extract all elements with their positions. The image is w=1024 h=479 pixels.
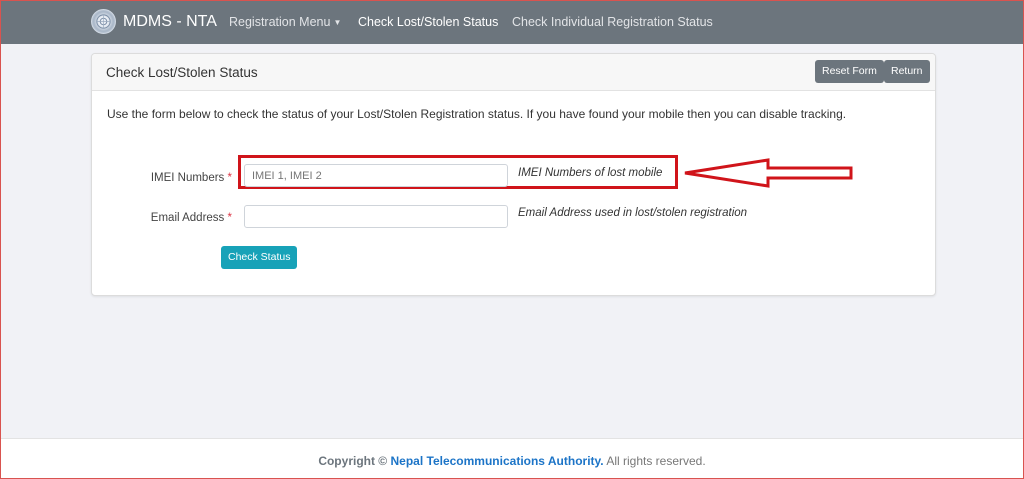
brand[interactable]: MDMS - NTA [91, 9, 217, 34]
footer-copyright: Copyright © [318, 454, 388, 468]
nav-registration-menu[interactable]: Registration Menu ▼ [229, 15, 341, 29]
nav-check-lost-stolen[interactable]: Check Lost/Stolen Status [358, 15, 498, 29]
intro-text: Use the form below to check the status o… [107, 107, 847, 121]
required-mark: * [227, 212, 232, 224]
card-title: Check Lost/Stolen Status [106, 65, 258, 80]
card-header: Check Lost/Stolen Status Reset Form Retu… [92, 54, 935, 91]
footer: Copyright © Nepal Telecommunications Aut… [1, 438, 1023, 478]
imei-help: IMEI Numbers of lost mobile [518, 167, 663, 179]
email-help: Email Address used in lost/stolen regist… [518, 207, 748, 219]
imei-input[interactable] [244, 164, 508, 187]
caret-down-icon: ▼ [333, 18, 342, 28]
imei-label: IMEI Numbers * [92, 172, 232, 184]
return-button[interactable]: Return [884, 60, 930, 83]
nta-logo-icon [91, 9, 116, 34]
reset-form-button[interactable]: Reset Form [815, 60, 884, 83]
check-status-button[interactable]: Check Status [221, 246, 298, 269]
red-arrow-annotation [684, 158, 853, 188]
email-label: Email Address * [92, 212, 232, 224]
email-label-text: Email Address [150, 212, 225, 224]
footer-rights: All rights reserved. [606, 454, 706, 468]
footer-org-link[interactable]: Nepal Telecommunications Authority. [391, 454, 604, 468]
email-input[interactable] [244, 205, 508, 228]
imei-label-text: IMEI Numbers [150, 172, 225, 184]
required-mark: * [227, 172, 232, 184]
brand-title: MDMS - NTA [123, 12, 217, 30]
nav-registration-menu-label: Registration Menu [229, 15, 331, 29]
nav-check-individual-registration[interactable]: Check Individual Registration Status [512, 15, 713, 29]
top-navbar: MDMS - NTA Registration Menu ▼ Check Lost… [1, 1, 1023, 44]
